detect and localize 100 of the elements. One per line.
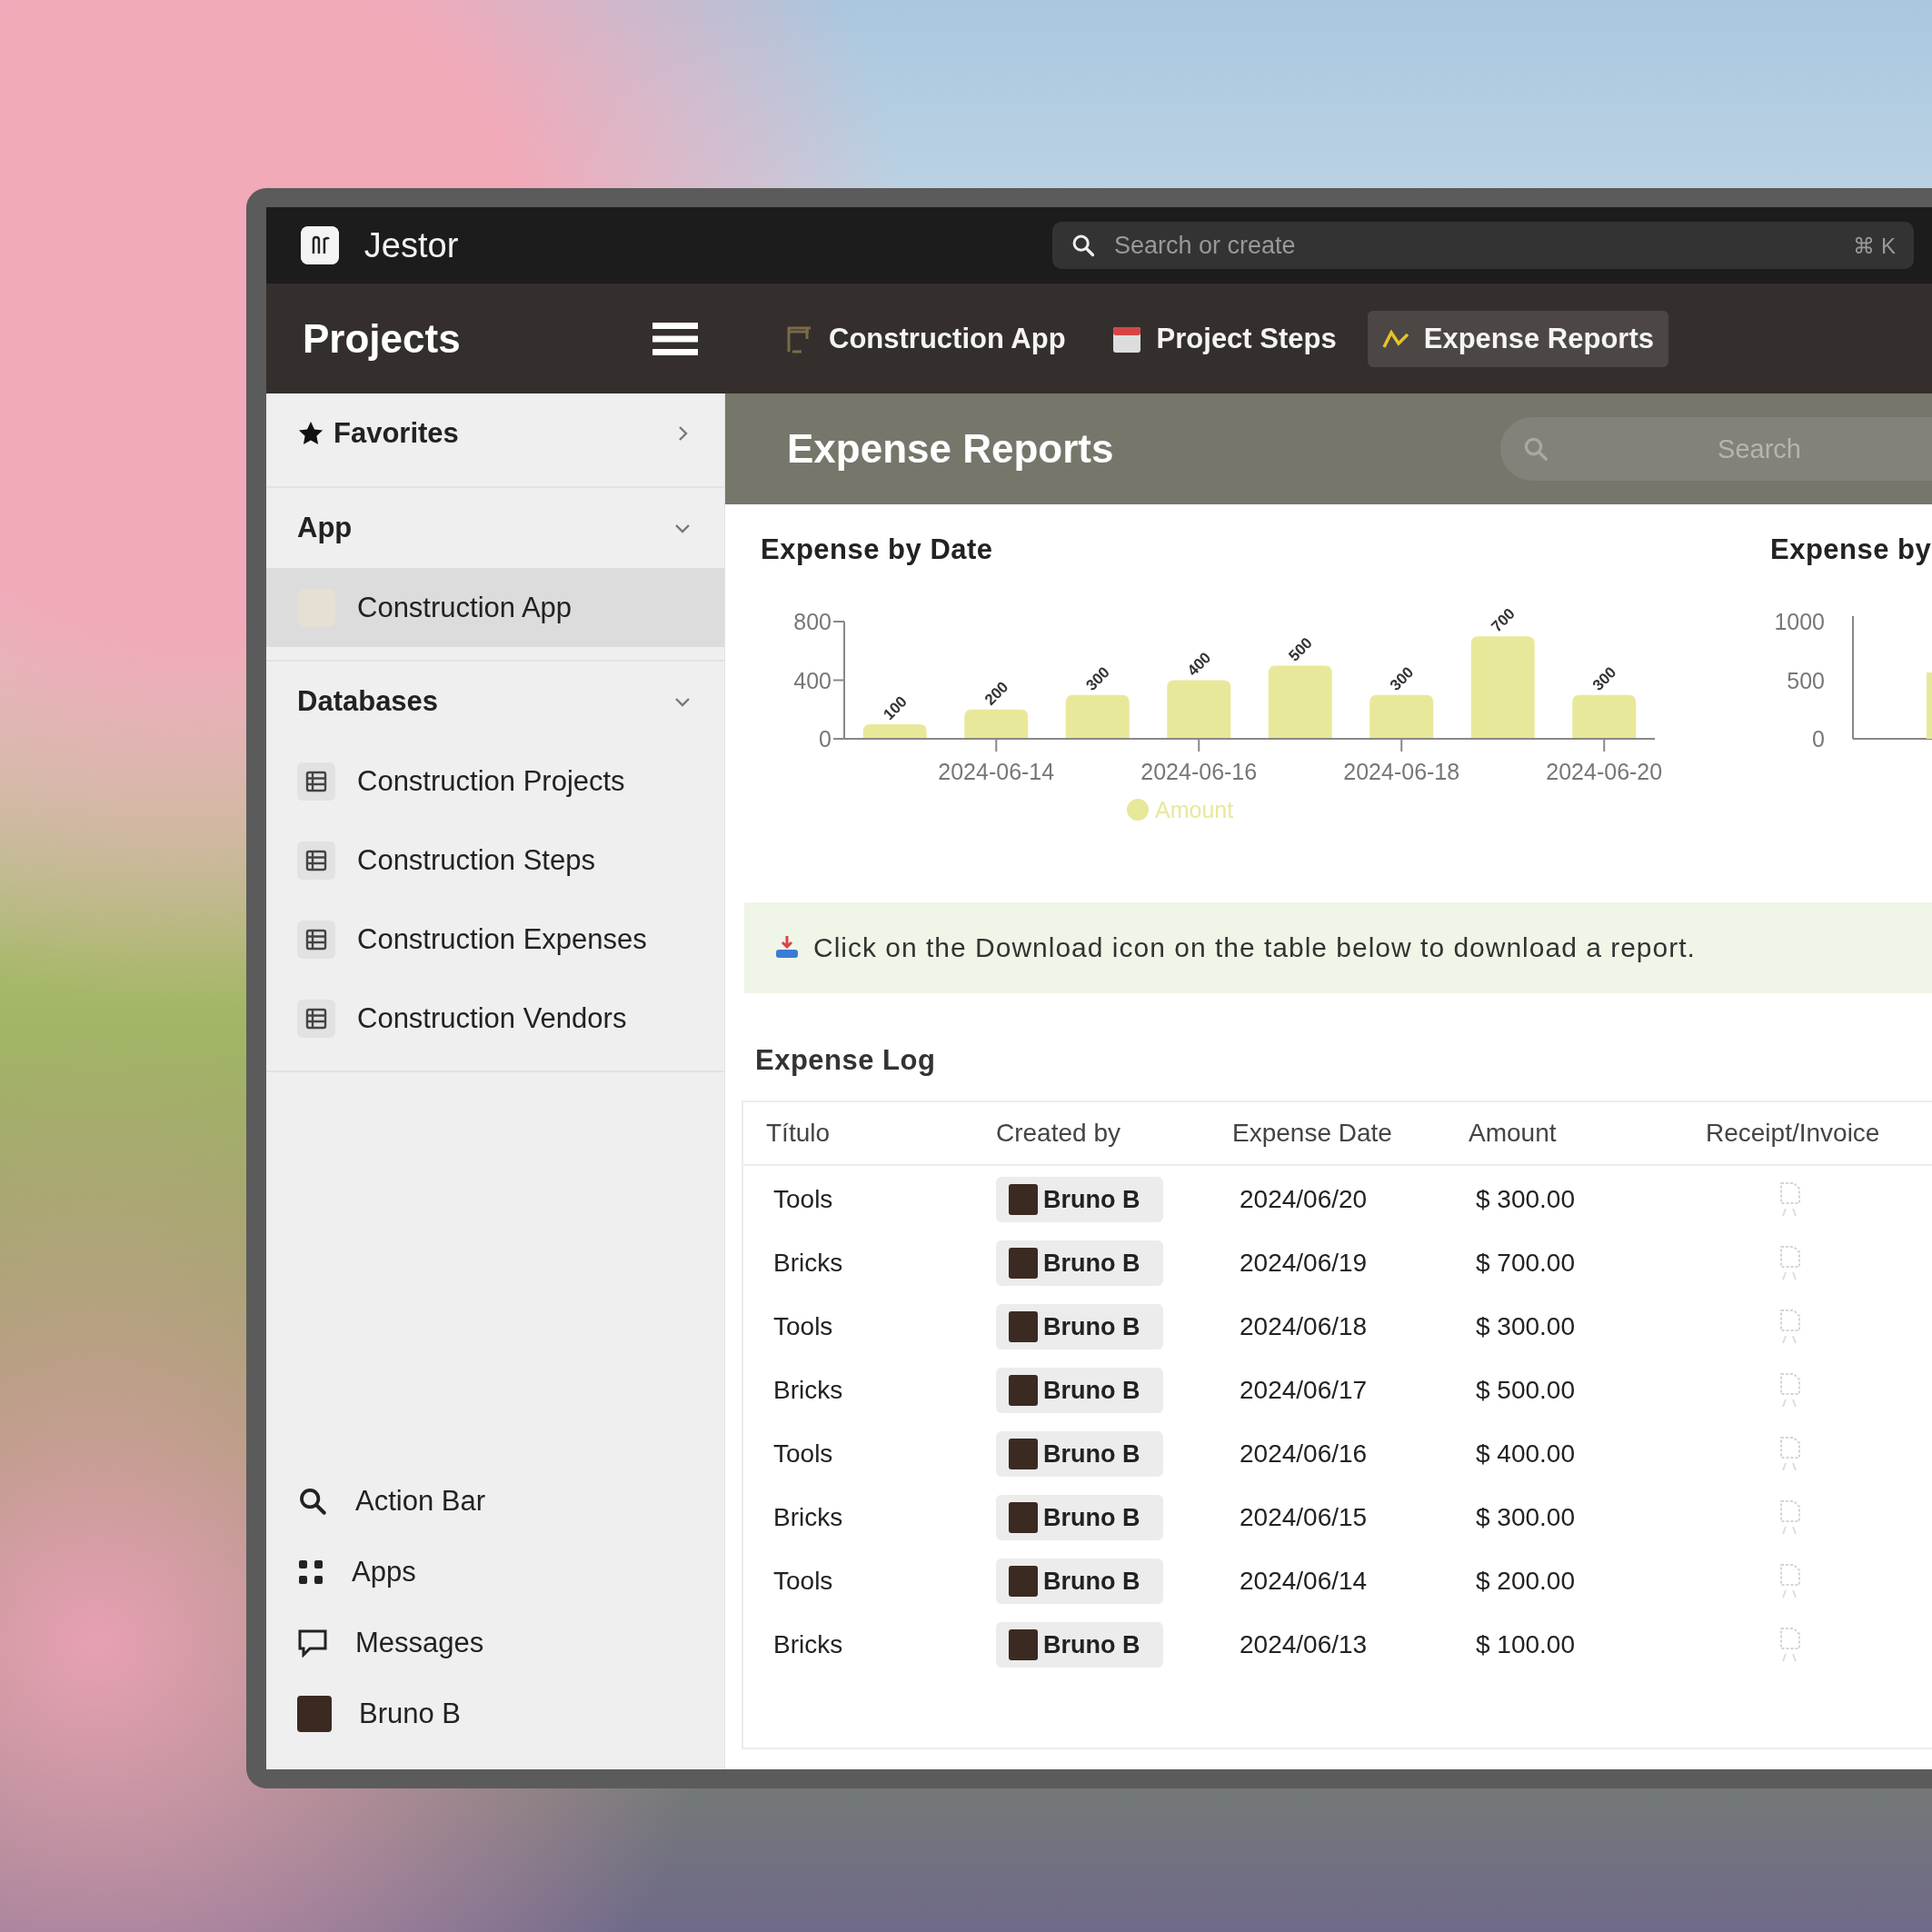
sidebar-item[interactable]: Construction App	[266, 568, 724, 647]
avatar	[1009, 1629, 1038, 1660]
section-title: App	[297, 512, 354, 544]
sidebar-item[interactable]: Construction Expenses	[266, 900, 724, 979]
brand-name: Jestor	[363, 225, 460, 265]
bar	[964, 709, 1029, 739]
table-cell-text: 2024/06/13	[1239, 1630, 1369, 1659]
item-label: Construction Steps	[357, 843, 595, 877]
sidebar-link[interactable]: Apps	[266, 1537, 724, 1608]
banner-text: Click on the Download icon on the table below to download a report.	[813, 932, 1696, 963]
table-cell-text: $ 300.00	[1475, 1503, 1576, 1532]
link-label: Bruno B	[359, 1698, 461, 1730]
table-icon	[297, 841, 335, 880]
document-icon[interactable]	[1778, 1372, 1802, 1409]
user-chip: Bruno B	[996, 1177, 1164, 1222]
avatar	[1009, 1566, 1038, 1597]
bar	[1369, 694, 1434, 739]
legend-label: Amount	[1155, 797, 1234, 822]
axis-tick-label: 2024-06-18	[1343, 759, 1460, 784]
data-label: 300	[1588, 663, 1620, 694]
table-cell-text: $ 700.00	[1475, 1249, 1576, 1278]
nav-tab[interactable]: Project Steps	[1096, 310, 1351, 367]
chart-title: Expense by Date	[761, 533, 994, 566]
sidebar-section-header[interactable]: Favorites	[266, 393, 724, 473]
document-icon[interactable]	[1778, 1181, 1802, 1218]
axis-tick-label: 0	[819, 726, 832, 752]
column-header[interactable]: Receipt/Invoice	[1706, 1119, 1932, 1148]
data-label: 500	[1285, 634, 1316, 665]
table-icon	[297, 920, 335, 959]
table-cell-text: Bricks	[772, 1503, 844, 1532]
chart-title: Expense by	[1770, 533, 1932, 566]
page-title: Expense Reports	[787, 426, 1115, 472]
table-cell-text: $ 500.00	[1475, 1376, 1576, 1405]
axis-tick-label: 2024-06-20	[1546, 759, 1663, 784]
table-cell-text: $ 400.00	[1475, 1439, 1576, 1469]
workspace-title: Projects	[303, 315, 462, 362]
document-icon[interactable]	[1778, 1309, 1802, 1345]
table-icon	[297, 762, 335, 801]
sidebar-item[interactable]: Construction Projects	[266, 742, 724, 821]
document-icon[interactable]	[1778, 1499, 1802, 1536]
section-title: Databases	[297, 685, 440, 718]
item-label: Construction Projects	[357, 764, 625, 798]
avatar	[1009, 1311, 1038, 1342]
legend-swatch	[1127, 799, 1149, 821]
table-cell-text: Tools	[772, 1439, 834, 1469]
data-label: 200	[981, 678, 1012, 709]
document-icon[interactable]	[1778, 1563, 1802, 1599]
data-label: 100	[880, 692, 911, 723]
column-header[interactable]: Created by	[996, 1119, 1232, 1148]
data-label: 400	[1183, 649, 1215, 680]
link-label: Action Bar	[355, 1485, 485, 1518]
search-icon	[1071, 233, 1096, 258]
data-label: 300	[1386, 663, 1418, 694]
avatar	[297, 1696, 332, 1732]
user-chip: Bruno B	[996, 1622, 1164, 1668]
nav-tab[interactable]: Construction App	[771, 310, 1081, 367]
menu-icon[interactable]	[652, 320, 698, 357]
avatar	[1009, 1184, 1038, 1215]
sidebar-section-header[interactable]: Databases	[266, 662, 724, 742]
user-chip: Bruno B	[996, 1431, 1164, 1477]
user-chip: Bruno B	[996, 1240, 1164, 1286]
link-label: Apps	[352, 1556, 416, 1588]
table-cell-text: $ 300.00	[1475, 1185, 1576, 1214]
table-cell-text: $ 100.00	[1475, 1630, 1576, 1659]
column-header[interactable]: Título	[766, 1119, 996, 1148]
table-cell-text: Bricks	[772, 1249, 844, 1278]
sidebar-link[interactable]: Messages	[266, 1608, 724, 1678]
section-title: Favorites	[334, 417, 460, 450]
document-icon[interactable]	[1778, 1627, 1802, 1663]
avatar	[1009, 1439, 1038, 1469]
link-label: Messages	[355, 1627, 484, 1659]
axis-tick-label: 0	[1812, 726, 1825, 752]
table-cell-text: $ 300.00	[1475, 1312, 1576, 1341]
document-icon[interactable]	[1778, 1436, 1802, 1472]
user-chip: Bruno B	[996, 1304, 1164, 1349]
avatar	[1009, 1502, 1038, 1533]
apps-icon	[297, 1559, 324, 1586]
table-cell-text: 2024/06/16	[1239, 1439, 1369, 1469]
search-icon	[1522, 435, 1549, 463]
document-icon[interactable]	[1778, 1245, 1802, 1281]
table-cell-text: 2024/06/18	[1239, 1312, 1369, 1341]
column-header[interactable]: Expense Date	[1232, 1119, 1469, 1148]
sidebar-item[interactable]: Construction Vendors	[266, 979, 724, 1058]
sidebar-link[interactable]: Bruno B	[266, 1678, 724, 1749]
sidebar-item[interactable]: Construction Steps	[266, 821, 724, 900]
sidebar-section-header[interactable]: App	[266, 488, 724, 568]
table-cell-text: 2024/06/14	[1239, 1567, 1369, 1596]
bar	[1572, 694, 1637, 739]
table-cell-text: Tools	[772, 1567, 834, 1596]
shortcut-hint: ⌘ K	[1853, 234, 1896, 259]
table-cell-text: 2024/06/19	[1239, 1249, 1369, 1278]
avatar	[1009, 1375, 1038, 1406]
axis-tick-label: 1000	[1774, 609, 1825, 634]
nav-tab[interactable]: Expense Reports	[1367, 310, 1668, 367]
sidebar-link[interactable]: Action Bar	[266, 1466, 724, 1537]
table-cell-text: $ 200.00	[1475, 1567, 1576, 1596]
column-header[interactable]: Amount	[1469, 1119, 1706, 1148]
message-icon	[297, 1628, 328, 1658]
data-label: 700	[1488, 604, 1519, 636]
item-label: Construction App	[357, 591, 573, 624]
